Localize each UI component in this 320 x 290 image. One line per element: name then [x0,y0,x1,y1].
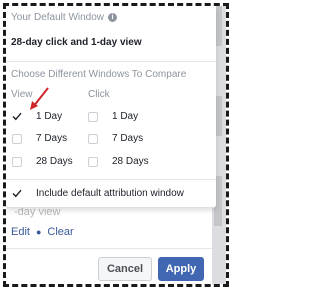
click-1-day-checkbox[interactable] [88,111,98,122]
attribution-window-popover: Your Default Window i 28-day click and 1… [6,6,216,208]
click-7-days-checkbox[interactable] [88,133,98,144]
default-window-heading-label: Your Default Window [11,12,105,23]
screenshot-frame: -day view Edit ● Clear Cancel Apply Your… [3,3,229,287]
view-1-day-label: 1 Day [36,111,63,122]
view-28-days-checkbox[interactable] [12,156,22,167]
footer-divider [6,248,212,249]
view-1-day-option[interactable]: 1 Day [12,111,62,122]
default-window-value: 28-day click and 1-day view [11,37,142,48]
checkmark-icon[interactable] [12,189,22,199]
checkmark-icon[interactable] [12,112,22,122]
edit-link[interactable]: Edit [11,226,30,238]
click-28-days-option[interactable]: 28 Days [88,156,149,167]
click-column-header: Click [88,89,110,100]
view-28-days-option[interactable]: 28 Days [12,156,73,167]
info-icon[interactable]: i [108,13,118,22]
apply-button[interactable]: Apply [158,257,204,281]
section-divider [6,179,216,180]
view-7-days-label: 7 Days [36,133,68,144]
click-1-day-option[interactable]: 1 Day [88,111,138,122]
cancel-button[interactable]: Cancel [98,257,152,281]
view-7-days-checkbox[interactable] [12,133,22,144]
click-7-days-label: 7 Days [112,133,144,144]
click-7-days-option[interactable]: 7 Days [88,133,143,144]
separator-dot: ● [35,227,42,237]
compare-heading: Choose Different Windows To Compare [11,69,187,80]
default-window-heading: Your Default Window i [11,12,118,23]
include-default-option[interactable]: Include default attribution window [12,188,184,199]
background-links: Edit ● Clear [11,226,74,238]
click-1-day-label: 1 Day [112,111,139,122]
annotation-arrow-icon [30,87,49,110]
include-default-label: Include default attribution window [36,188,184,199]
view-7-days-option[interactable]: 7 Days [12,133,67,144]
clear-link[interactable]: Clear [47,226,73,238]
click-28-days-label: 28 Days [112,156,149,167]
section-divider [6,61,216,62]
click-28-days-checkbox[interactable] [88,156,98,167]
view-28-days-label: 28 Days [36,156,73,167]
